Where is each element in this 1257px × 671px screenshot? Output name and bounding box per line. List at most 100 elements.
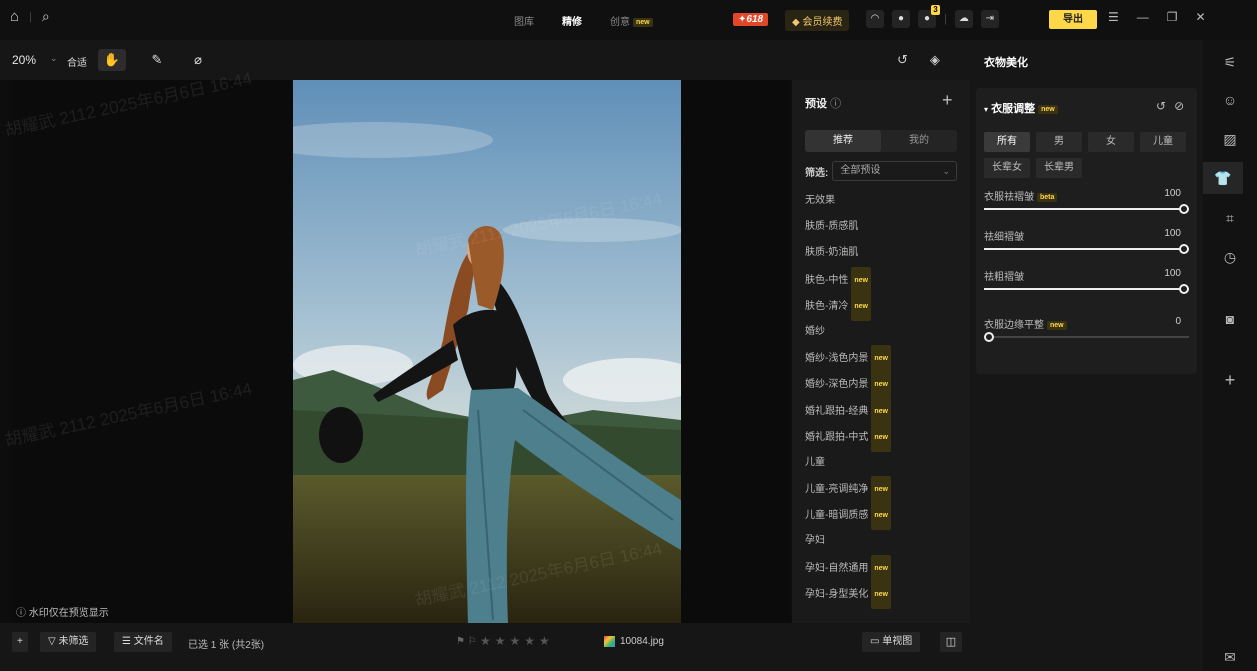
image-icon[interactable]: ▨ — [1218, 127, 1242, 151]
info-icon[interactable]: ⓘ — [830, 98, 841, 110]
toggle-visibility-icon[interactable]: ⊘ — [1174, 99, 1184, 113]
restore-icon[interactable]: ❐ — [1167, 10, 1178, 24]
slider-knob[interactable] — [1179, 204, 1189, 214]
chevron-down-icon: ▾ — [984, 105, 989, 114]
slider-label: 衣服边缘平整 — [984, 320, 1044, 331]
compare-icon[interactable]: ◈ — [930, 52, 940, 68]
single-view-button[interactable]: ▭ 单视图 — [862, 632, 921, 652]
new-badge: new — [633, 18, 653, 27]
add-icon[interactable]: + — [12, 632, 28, 652]
flag-icons[interactable]: ⚑ ⚐ — [456, 636, 477, 647]
chip-option[interactable]: 儿童 — [1140, 132, 1186, 152]
slider-value[interactable]: 100 — [1164, 188, 1181, 199]
new-badge: new — [871, 502, 891, 531]
tab-creative[interactable]: 创意 new — [596, 8, 667, 33]
preset-item[interactable]: 儿童 — [792, 450, 970, 476]
chevron-down-icon[interactable]: ⌄ — [50, 53, 58, 64]
slider: 衣服祛褶皱 beta 100 — [984, 188, 1189, 214]
chip-option[interactable]: 男 — [1036, 132, 1082, 152]
slider-track[interactable] — [984, 336, 1189, 338]
vip-renew-button[interactable]: ◆ 会员续费 — [785, 10, 850, 31]
color-label-icon[interactable] — [604, 636, 615, 647]
add-tool-icon[interactable]: + — [1218, 368, 1242, 392]
fit-button[interactable]: 合适 — [67, 54, 87, 69]
home-icon[interactable]: ⌂ — [10, 8, 19, 25]
chip-option[interactable]: 所有 — [984, 132, 1030, 152]
rating-stars[interactable]: ★★★★★ — [480, 634, 554, 648]
menu-icon[interactable]: ☰ — [1108, 10, 1119, 24]
account-icon[interactable]: ● — [892, 10, 910, 28]
preset-item[interactable]: 儿童-暗调质感 new — [792, 502, 970, 531]
slider-knob[interactable] — [984, 332, 994, 342]
add-preset-icon[interactable]: + — [942, 90, 953, 111]
new-badge: new — [871, 397, 891, 426]
reset-icon[interactable]: ↺ — [1156, 99, 1166, 113]
minimize-icon[interactable]: — — [1137, 10, 1149, 24]
tool-rail: ⚟ ☺ ▨ 👕 ⌗ ◷ ◙ + ✉ — [1203, 40, 1257, 671]
eraser-tool-icon[interactable]: ⌀ — [184, 49, 212, 71]
preset-item[interactable]: 婚礼跟拍-经典 new — [792, 397, 970, 426]
top-icons: ◠ ● ● 3 | ☁ ⇥ — [866, 5, 999, 28]
filter-select[interactable]: 全部预设 ⌄ — [832, 161, 957, 181]
message-icon[interactable]: ✉ — [1218, 645, 1242, 669]
preset-item[interactable]: 肤色-中性 new — [792, 266, 970, 295]
promo-618-badge[interactable]: ✦618 — [733, 13, 769, 26]
preset-tabs: 推荐 我的 — [805, 130, 957, 152]
crop-icon[interactable]: ⌗ — [1218, 206, 1242, 230]
history-icon[interactable]: ◷ — [1218, 245, 1242, 269]
slider-knob[interactable] — [1179, 244, 1189, 254]
slider-knob[interactable] — [1179, 284, 1189, 294]
preset-item[interactable]: 婚纱-浅色内景 new — [792, 345, 970, 374]
slider-track[interactable] — [984, 208, 1189, 210]
face-icon[interactable]: ☺ — [1218, 88, 1242, 112]
preset-item[interactable]: 婚纱-深色内景 new — [792, 371, 970, 400]
export-button[interactable]: 导出 — [1049, 10, 1097, 29]
section-title[interactable]: ▾ 衣服调整 new — [984, 100, 1058, 116]
chip-option[interactable]: 长辈男 — [1036, 158, 1082, 178]
preset-item[interactable]: 孕妇-身型美化 new — [792, 580, 970, 609]
preset-item[interactable]: 肤质-质感肌 — [792, 214, 970, 240]
preset-item[interactable]: 儿童-亮调纯净 new — [792, 476, 970, 505]
sort-icon: ☰ — [122, 636, 131, 647]
adjust-icon[interactable]: ⚟ — [1218, 50, 1242, 74]
sort-button[interactable]: ☰ 文件名 — [114, 632, 172, 652]
preset-item[interactable]: 肤色-清冷 new — [792, 292, 970, 321]
import-icon[interactable]: ⇥ — [980, 10, 999, 28]
split-view-icon[interactable]: ◫ — [940, 632, 962, 652]
close-icon[interactable]: ✕ — [1196, 10, 1206, 24]
search-icon[interactable]: ⌕ — [42, 8, 50, 25]
preset-item[interactable]: 婚礼跟拍-中式 new — [792, 423, 970, 452]
undo-icon[interactable]: ↺ — [897, 52, 908, 68]
clothing-icon[interactable]: 👕 — [1203, 162, 1243, 194]
cloud-icon[interactable]: ☁ — [954, 10, 973, 28]
slider-track[interactable] — [984, 288, 1189, 290]
filter-button[interactable]: ▽ 未筛选 — [40, 632, 97, 652]
single-view-label: 单视图 — [882, 636, 913, 647]
slider-value[interactable]: 100 — [1164, 228, 1181, 239]
mask-icon[interactable]: ◙ — [1218, 307, 1242, 331]
tab-recommended[interactable]: 推荐 — [805, 130, 881, 152]
preset-item[interactable]: 孕妇-自然通用 new — [792, 554, 970, 583]
preset-item-label: 儿童-暗调质感 — [805, 510, 869, 522]
tab-mine[interactable]: 我的 — [881, 130, 957, 152]
tab-library[interactable]: 图库 — [500, 8, 548, 33]
slider-value[interactable]: 0 — [1175, 316, 1181, 327]
brush-tool-icon[interactable]: ✎ — [143, 49, 171, 71]
preset-item[interactable]: 孕妇 — [792, 528, 970, 554]
preset-item[interactable]: 婚纱 — [792, 319, 970, 345]
zoom-level[interactable]: 20% — [12, 53, 36, 67]
divider: | — [29, 10, 32, 23]
hand-tool-icon[interactable]: ✋ — [98, 49, 126, 71]
slider-value[interactable]: 100 — [1164, 268, 1181, 279]
tab-retouch[interactable]: 精修 — [548, 8, 596, 33]
new-badge: new — [851, 266, 871, 295]
chip-option[interactable]: 女 — [1088, 132, 1134, 152]
slider-fill — [984, 208, 1189, 210]
slider-track[interactable] — [984, 248, 1189, 250]
preset-item[interactable]: 无效果 — [792, 188, 970, 214]
chip-option[interactable]: 长辈女 — [984, 158, 1030, 178]
image-canvas[interactable]: 胡耀武 2112 2025年6月6日 16:44 胡耀武 2112 2025年6… — [3, 69, 791, 623]
notification-icon[interactable]: ● 3 — [918, 5, 940, 28]
headset-icon[interactable]: ◠ — [866, 10, 884, 28]
preset-item[interactable]: 肤质-奶油肌 — [792, 240, 970, 266]
